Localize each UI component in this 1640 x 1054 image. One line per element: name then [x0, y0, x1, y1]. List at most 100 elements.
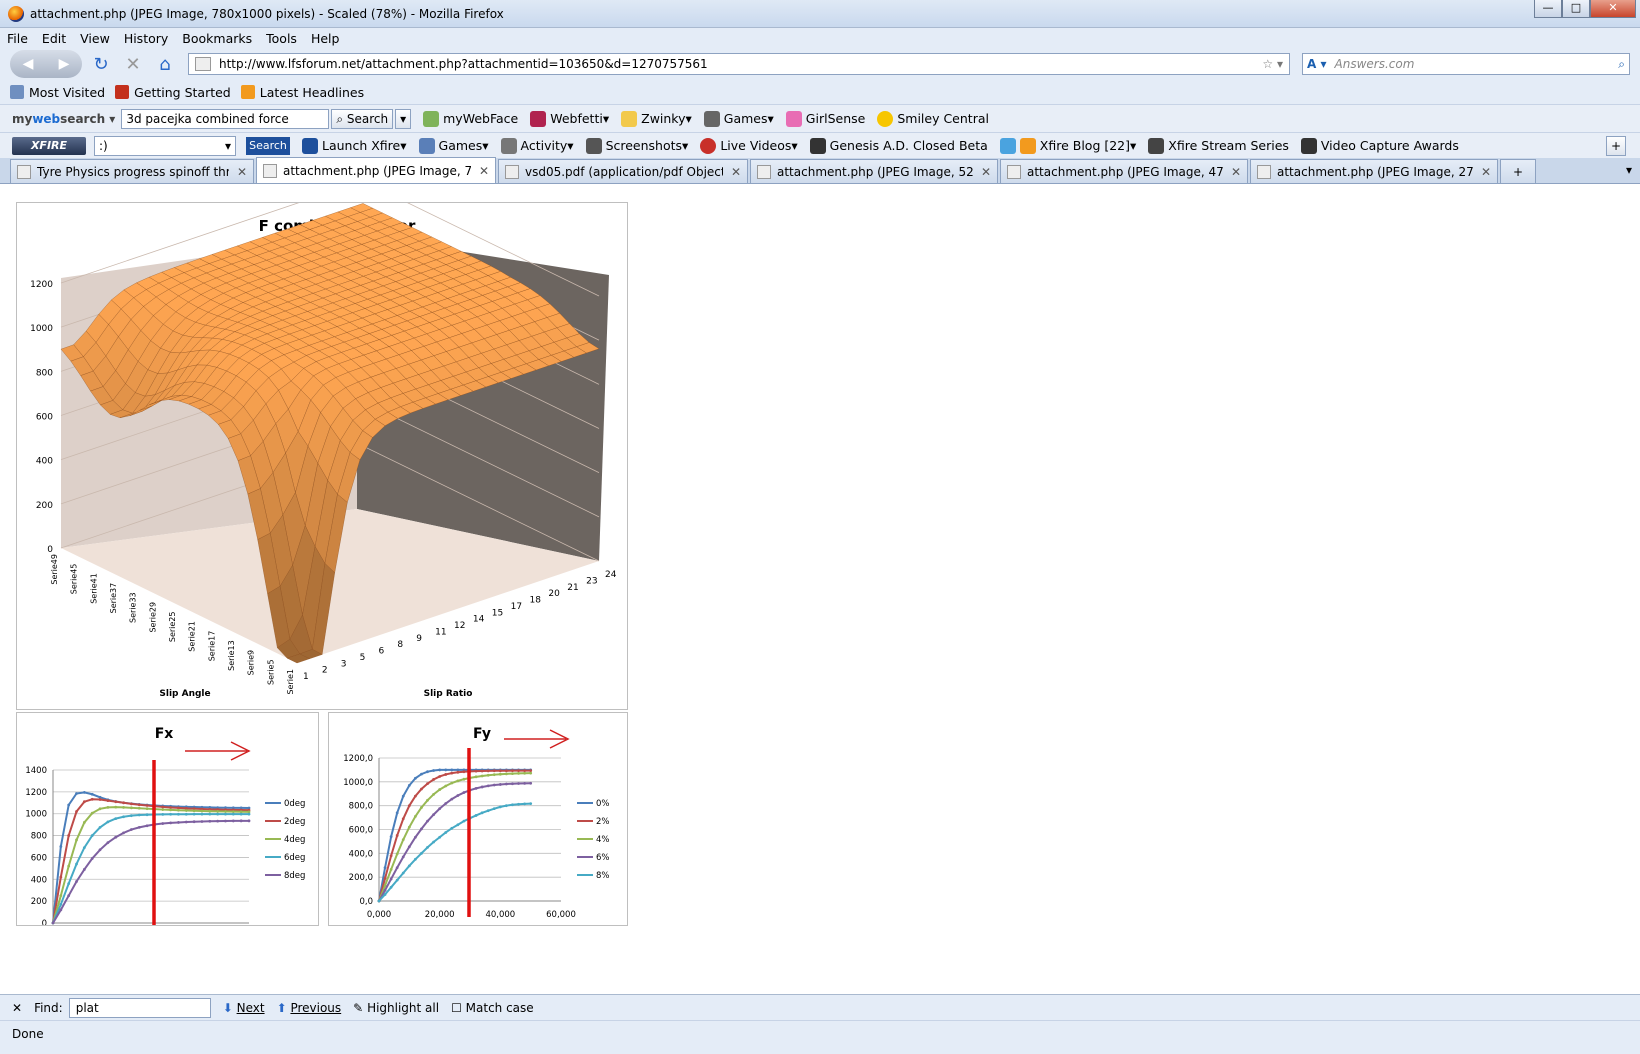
forward-icon[interactable]: ▶: [59, 56, 70, 72]
tab-attachment-active[interactable]: attachment.php (JPEG Image, 78... ✕: [256, 157, 496, 183]
data-point: [90, 797, 94, 801]
launch-xfire-button[interactable]: Launch Xfire ▾: [302, 137, 407, 154]
image-icon: [1257, 164, 1271, 179]
find-next-button[interactable]: ⬇ Next: [223, 1001, 265, 1015]
reload-icon[interactable]: ↻: [88, 54, 114, 75]
z-tick-label: 0: [47, 545, 53, 555]
find-input[interactable]: plat: [68, 997, 211, 1018]
webfetti-button[interactable]: Webfetti ▾: [530, 110, 609, 127]
bookmark-latest-headlines[interactable]: Latest Headlines: [240, 85, 364, 100]
mywebsearch-logo[interactable]: mywebsearch ▾: [12, 112, 115, 126]
tab-attachment-477[interactable]: attachment.php (JPEG Image, 477x4...✕: [1000, 159, 1248, 183]
bookmark-getting-started[interactable]: Getting Started: [115, 85, 231, 100]
close-window-button[interactable]: ✕: [1590, 0, 1636, 18]
tab-attachment-277[interactable]: attachment.php (JPEG Image, 277x1...✕: [1250, 159, 1498, 183]
tab-close-icon[interactable]: ✕: [479, 164, 489, 178]
find-close-icon[interactable]: ✕: [12, 1001, 22, 1015]
search-placeholder[interactable]: Answers.com: [1335, 57, 1415, 71]
mywebsearch-input[interactable]: 3d pacejka combined force: [121, 108, 330, 129]
tab-close-icon[interactable]: ✕: [981, 165, 991, 179]
slip-angle-tick: Serie21: [188, 621, 197, 652]
legend-label: 4%: [596, 835, 610, 845]
slip-ratio-tick: 23: [586, 576, 597, 586]
search-bar[interactable]: A ▾ Answers.com ⌕: [1302, 53, 1630, 75]
live-videos-button[interactable]: Live Videos ▾: [700, 137, 798, 154]
data-point: [523, 771, 526, 775]
genesis-button[interactable]: Genesis A.D. Closed Beta: [809, 137, 988, 154]
data-point: [122, 805, 125, 809]
games-button[interactable]: Games ▾: [703, 110, 774, 127]
menu-view[interactable]: View: [73, 31, 117, 46]
xfire-blog-button[interactable]: Xfire Blog [22] ▾: [999, 137, 1136, 154]
url-bar[interactable]: http://www.lfsforum.net/attachment.php?a…: [188, 53, 1290, 75]
image-icon: [1007, 164, 1021, 179]
xfire-games-button[interactable]: Games ▾: [418, 137, 489, 154]
data-point: [486, 809, 490, 813]
zwinky-button[interactable]: Zwinky ▾: [621, 110, 692, 127]
screenshots-button[interactable]: Screenshots ▾: [585, 137, 688, 154]
legend-label: 6deg: [284, 853, 305, 863]
mywebface-button[interactable]: myWebFace: [423, 110, 518, 127]
match-case-checkbox[interactable]: ☐ Match case: [451, 1001, 534, 1015]
activity-button[interactable]: Activity ▾: [500, 137, 574, 154]
home-icon[interactable]: ⌂: [152, 54, 178, 75]
tab-list-chevron-icon[interactable]: ▾: [1626, 163, 1632, 177]
menu-file[interactable]: File: [0, 31, 35, 46]
data-point: [407, 784, 411, 787]
xfire-search-select[interactable]: :) ▾: [94, 135, 236, 156]
back-forward-buttons[interactable]: ◀ ▶: [10, 50, 82, 78]
xfire-stream-series-button[interactable]: Xfire Stream Series: [1148, 137, 1289, 154]
data-point: [130, 814, 133, 818]
data-point: [450, 797, 454, 801]
data-point: [456, 823, 460, 827]
search-icon[interactable]: ⌕: [1618, 57, 1625, 72]
search-dropdown-button[interactable]: ▾: [395, 108, 412, 129]
smiley-central-button[interactable]: Smiley Central: [877, 110, 989, 127]
data-point: [505, 804, 508, 808]
tab-close-icon[interactable]: ✕: [1481, 165, 1491, 179]
menu-tools[interactable]: Tools: [259, 31, 304, 46]
data-point: [523, 781, 526, 785]
new-tab-button[interactable]: +: [1500, 159, 1536, 183]
url-text[interactable]: http://www.lfsforum.net/attachment.php?a…: [219, 57, 708, 71]
menu-edit[interactable]: Edit: [35, 31, 73, 46]
tab-close-icon[interactable]: ✕: [1231, 165, 1241, 179]
bookmark-star-icon[interactable]: ☆ ▾: [1262, 57, 1283, 71]
video-capture-awards-button[interactable]: Video Capture Awards: [1300, 137, 1459, 154]
mywebsearch-search-button[interactable]: ⌕ Search: [331, 108, 394, 129]
page-icon: [17, 164, 31, 179]
girlsense-button[interactable]: GirlSense: [785, 110, 865, 127]
find-previous-button[interactable]: ⬆ Previous: [277, 1001, 342, 1015]
toolbar-plus-button[interactable]: +: [1605, 135, 1626, 156]
back-icon[interactable]: ◀: [23, 56, 34, 72]
slip-ratio-tick: 6: [379, 647, 385, 657]
search-engine-icon[interactable]: A ▾: [1307, 57, 1327, 71]
tab-close-icon[interactable]: ✕: [237, 165, 247, 179]
menu-bookmarks[interactable]: Bookmarks: [175, 31, 259, 46]
data-point: [184, 812, 188, 816]
tab-vsd05-pdf[interactable]: vsd05.pdf (application/pdf Object) ✕: [498, 159, 748, 183]
menu-help[interactable]: Help: [304, 31, 347, 46]
twitter-icon: [999, 137, 1016, 154]
tab-attachment-524[interactable]: attachment.php (JPEG Image, 524x4...✕: [750, 159, 998, 183]
tab-tyre-physics[interactable]: Tyre Physics progress spinoff threa...✕: [10, 159, 254, 183]
data-point: [444, 784, 448, 788]
slip-ratio-tick: 15: [492, 608, 503, 618]
minimize-button[interactable]: —: [1534, 0, 1562, 18]
data-point: [438, 788, 442, 791]
bookmark-most-visited[interactable]: Most Visited: [10, 85, 105, 100]
menu-history[interactable]: History: [117, 31, 175, 46]
highlight-all-button[interactable]: ✎ Highlight all: [353, 1001, 439, 1015]
tab-close-icon[interactable]: ✕: [731, 165, 741, 179]
data-point: [82, 868, 86, 871]
stop-icon[interactable]: ✕: [120, 54, 146, 75]
data-point: [200, 812, 204, 816]
data-point: [59, 875, 63, 879]
data-point: [177, 821, 180, 824]
xfire-logo[interactable]: XFIRE: [12, 136, 86, 155]
xfire-search-button[interactable]: Search: [246, 136, 290, 155]
z-tick-label: 1200: [30, 280, 53, 290]
maximize-button[interactable]: □: [1562, 0, 1590, 18]
games-icon: [703, 110, 720, 127]
legend-label: 4deg: [284, 835, 305, 845]
